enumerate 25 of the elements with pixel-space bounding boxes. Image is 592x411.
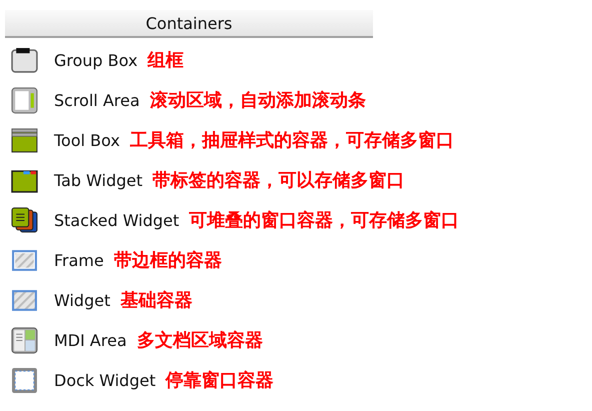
widget-label[interactable]: Widget [54, 290, 110, 310]
widget-label[interactable]: Frame [54, 250, 104, 270]
widget-label[interactable]: MDI Area [54, 330, 127, 350]
annotation: 带标签的容器，可以存储多窗口 [152, 169, 405, 192]
widget-label[interactable]: Tab Widget [54, 170, 143, 190]
annotation: 停靠窗口容器 [166, 369, 274, 392]
widget-label[interactable]: Scroll Area [54, 90, 140, 110]
annotation: 工具箱，抽屉样式的容器，可存储多窗口 [130, 129, 454, 152]
annotation: 可堆叠的窗口容器，可存储多窗口 [189, 209, 460, 232]
annotation: 基础容器 [120, 289, 192, 312]
folder-icon [11, 126, 38, 154]
annotation: 多文档区域容器 [136, 329, 263, 352]
dock-widget-icon [11, 366, 38, 394]
widget-label[interactable]: Stacked Widget [54, 210, 180, 230]
annotation: 滚动区域，自动添加滚动条 [150, 89, 366, 112]
category-header[interactable]: Containers [5, 10, 373, 38]
widget-label[interactable]: Dock Widget [54, 370, 156, 390]
mdi-area-icon [11, 326, 38, 354]
annotation: 带边框的容器 [114, 249, 222, 272]
stacked-pages-icon [11, 206, 38, 234]
widget-label[interactable]: Tool Box [54, 130, 120, 150]
scroll-area-icon [11, 86, 38, 114]
widget-label[interactable]: Group Box [54, 50, 138, 70]
group-box-icon [11, 46, 38, 74]
annotation: 组框 [148, 49, 184, 72]
